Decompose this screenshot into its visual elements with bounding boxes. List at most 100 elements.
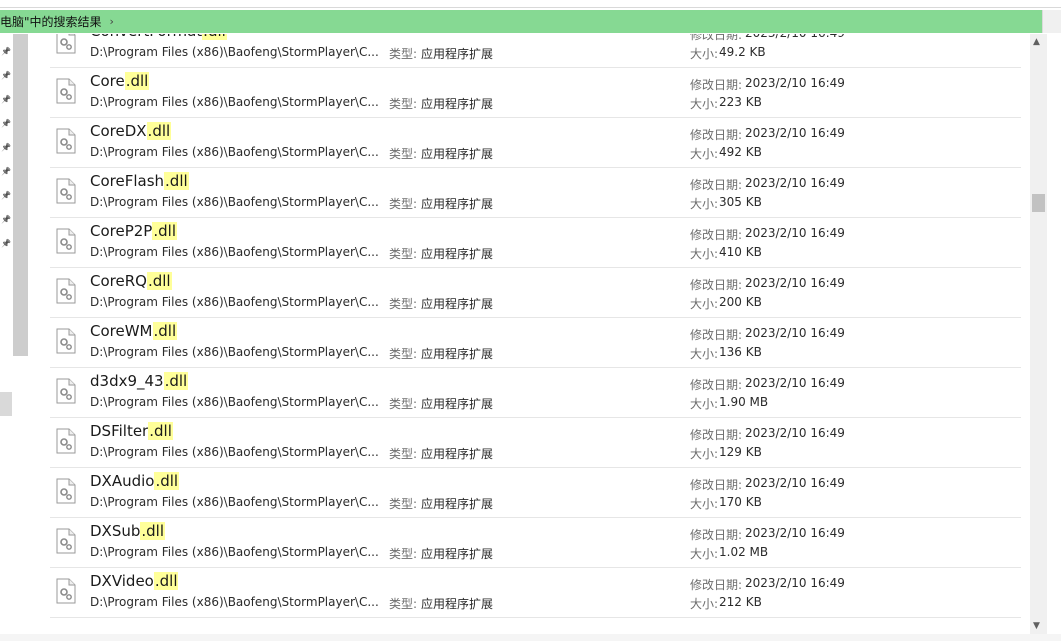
list-item[interactable]: Core.dll D:\Program Files (x86)\Baofeng\S… xyxy=(50,68,1021,118)
file-name[interactable]: CoreFlash.dll xyxy=(90,172,189,190)
dll-file-icon xyxy=(56,578,76,604)
modified-date-label: 修改日期: xyxy=(690,428,743,442)
type-value: 应用程序扩展 xyxy=(421,247,494,261)
type-value: 应用程序扩展 xyxy=(421,97,494,111)
breadcrumb[interactable]: 电脑"中的搜索结果 xyxy=(0,13,102,30)
type-value: 应用程序扩展 xyxy=(421,47,494,61)
type-value: 应用程序扩展 xyxy=(421,347,494,361)
file-path: D:\Program Files (x86)\Baofeng\StormPlay… xyxy=(90,45,379,59)
list-item[interactable]: DXAudio.dll D:\Program Files (x86)\Baofen… xyxy=(50,468,1021,518)
search-match-highlight: .dll xyxy=(202,34,227,40)
file-name[interactable]: ConvertFormat.dll xyxy=(90,34,227,40)
size-value: 49.2 KB xyxy=(719,45,766,59)
file-name[interactable]: DXSub.dll xyxy=(90,522,166,540)
pin-icon[interactable]: 📌 xyxy=(1,215,11,225)
list-item[interactable]: CoreWM.dll D:\Program Files (x86)\Baofeng… xyxy=(50,318,1021,368)
type-label: 类型: xyxy=(389,197,418,211)
list-item[interactable]: CoreRQ.dll D:\Program Files (x86)\Baofeng… xyxy=(50,268,1021,318)
type-label: 类型: xyxy=(389,147,418,161)
pin-icon[interactable]: 📌 xyxy=(1,239,11,249)
size-label: 大小: xyxy=(690,597,719,611)
list-item[interactable]: DSFilter.dll D:\Program Files (x86)\Baofe… xyxy=(50,418,1021,468)
list-item[interactable]: d3dx9_43.dll D:\Program Files (x86)\Baofe… xyxy=(50,368,1021,418)
pin-icon[interactable]: 📌 xyxy=(1,71,11,81)
size-label: 大小: xyxy=(690,347,719,361)
type-label: 类型: xyxy=(389,547,418,561)
file-name[interactable]: CoreWM.dll xyxy=(90,322,178,340)
dll-file-icon xyxy=(56,378,76,404)
file-name[interactable]: CoreRQ.dll xyxy=(90,272,172,290)
file-path: D:\Program Files (x86)\Baofeng\StormPlay… xyxy=(90,495,379,509)
file-path: D:\Program Files (x86)\Baofeng\StormPlay… xyxy=(90,195,379,209)
pin-icon[interactable]: 📌 xyxy=(1,119,11,129)
dll-file-icon xyxy=(56,34,76,54)
list-item[interactable]: CoreFlash.dll D:\Program Files (x86)\Baof… xyxy=(50,168,1021,218)
type-value: 应用程序扩展 xyxy=(421,397,494,411)
file-name[interactable]: DXVideo.dll xyxy=(90,572,179,590)
pin-icon[interactable]: 📌 xyxy=(1,191,11,201)
type-value: 应用程序扩展 xyxy=(421,197,494,211)
dll-file-icon xyxy=(56,178,76,204)
file-path: D:\Program Files (x86)\Baofeng\StormPlay… xyxy=(90,545,379,559)
list-item[interactable]: ConvertFormat.dll D:\Program Files (x86)\… xyxy=(50,34,1021,68)
file-name-base: DXVideo xyxy=(90,572,154,590)
dll-file-icon xyxy=(56,128,76,154)
pin-icon[interactable]: 📌 xyxy=(1,167,11,177)
size-value: 212 KB xyxy=(719,595,762,609)
file-name[interactable]: CoreP2P.dll xyxy=(90,222,177,240)
search-match-highlight: .dll xyxy=(152,322,178,340)
size-value: 305 KB xyxy=(719,195,762,209)
file-path: D:\Program Files (x86)\Baofeng\StormPlay… xyxy=(90,395,379,409)
modified-date-label: 修改日期: xyxy=(690,528,743,542)
type-value: 应用程序扩展 xyxy=(421,597,494,611)
file-name[interactable]: Core.dll xyxy=(90,72,150,90)
file-name[interactable]: DXAudio.dll xyxy=(90,472,180,490)
dll-file-icon xyxy=(56,328,76,354)
size-label: 大小: xyxy=(690,397,719,411)
file-name[interactable]: CoreDX.dll xyxy=(90,122,172,140)
navigation-pane-selected-item[interactable] xyxy=(0,392,12,416)
size-value: 170 KB xyxy=(719,495,762,509)
modified-date-value: 2023/2/10 16:49 xyxy=(745,226,845,240)
file-name[interactable]: d3dx9_43.dll xyxy=(90,372,189,390)
type-label: 类型: xyxy=(389,497,418,511)
scrollbar-thumb[interactable] xyxy=(1032,194,1045,212)
size-value: 1.02 MB xyxy=(719,545,769,559)
type-label: 类型: xyxy=(389,297,418,311)
size-label: 大小: xyxy=(690,97,719,111)
pin-icon[interactable]: 📌 xyxy=(1,95,11,105)
pin-icon[interactable]: 📌 xyxy=(1,143,11,153)
modified-date-value: 2023/2/10 16:49 xyxy=(745,276,845,290)
modified-date-label: 修改日期: xyxy=(690,78,743,92)
type-value: 应用程序扩展 xyxy=(421,447,494,461)
dll-file-icon xyxy=(56,278,76,304)
type-label: 类型: xyxy=(389,597,418,611)
navigation-pane-scrollbar[interactable] xyxy=(13,34,28,356)
modified-date-value: 2023/2/10 16:49 xyxy=(745,576,845,590)
scroll-up-icon[interactable]: ▲ xyxy=(1033,37,1040,47)
results-scrollbar[interactable]: ▲ ▼ xyxy=(1030,34,1047,634)
type-value: 应用程序扩展 xyxy=(421,497,494,511)
type-label: 类型: xyxy=(389,447,418,461)
file-path: D:\Program Files (x86)\Baofeng\StormPlay… xyxy=(90,345,379,359)
size-label: 大小: xyxy=(690,447,719,461)
chevron-right-icon[interactable]: › xyxy=(110,15,114,28)
scroll-down-icon[interactable]: ▼ xyxy=(1033,621,1040,631)
list-item[interactable]: DXVideo.dll D:\Program Files (x86)\Baofen… xyxy=(50,568,1021,618)
list-item[interactable]: DXSub.dll D:\Program Files (x86)\Baofeng\… xyxy=(50,518,1021,568)
file-name[interactable]: DSFilter.dll xyxy=(90,422,173,440)
search-results-list: ConvertFormat.dll D:\Program Files (x86)\… xyxy=(50,34,1021,634)
list-item[interactable]: CoreDX.dll D:\Program Files (x86)\Baofeng… xyxy=(50,118,1021,168)
type-value: 应用程序扩展 xyxy=(421,147,494,161)
file-name-base: DSFilter xyxy=(90,422,149,440)
file-name-base: DXSub xyxy=(90,522,141,540)
window-bottom-edge xyxy=(0,634,1061,641)
size-label: 大小: xyxy=(690,297,719,311)
search-match-highlight: .dll xyxy=(146,122,172,140)
file-path: D:\Program Files (x86)\Baofeng\StormPlay… xyxy=(90,445,379,459)
list-item[interactable]: CoreP2P.dll D:\Program Files (x86)\Baofen… xyxy=(50,218,1021,268)
address-bar[interactable]: 电脑"中的搜索结果 › xyxy=(0,10,1042,33)
pin-icon[interactable]: 📌 xyxy=(1,47,11,57)
search-match-highlight: .dll xyxy=(153,572,179,590)
modified-date-value: 2023/2/10 16:49 xyxy=(745,34,845,40)
